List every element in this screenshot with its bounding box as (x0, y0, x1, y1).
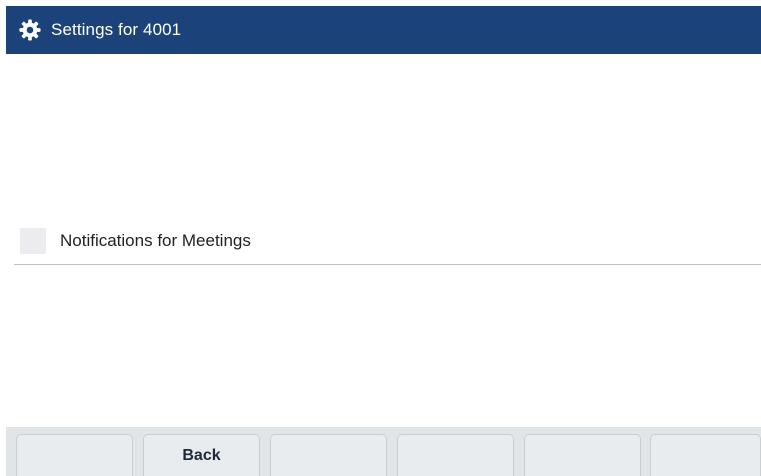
softkey-3[interactable] (270, 434, 387, 476)
softkey-5[interactable] (524, 434, 641, 476)
title-bar: Settings for 4001 (6, 6, 761, 54)
softkey-1[interactable] (16, 434, 133, 476)
softkey-6[interactable] (650, 434, 761, 476)
softkey-4[interactable] (397, 434, 514, 476)
list-item-label: Notifications for Meetings (60, 231, 251, 250)
gear-icon (19, 19, 41, 41)
phone-screen: Settings for 4001 Notifications for Meet… (0, 0, 761, 476)
softkey-bar: Back (6, 427, 761, 476)
list-item-notifications-for-meetings[interactable]: Notifications for Meetings (14, 218, 761, 265)
back-button[interactable]: Back (143, 434, 260, 476)
notifications-checkbox[interactable] (20, 228, 46, 254)
page-title: Settings for 4001 (51, 20, 182, 39)
